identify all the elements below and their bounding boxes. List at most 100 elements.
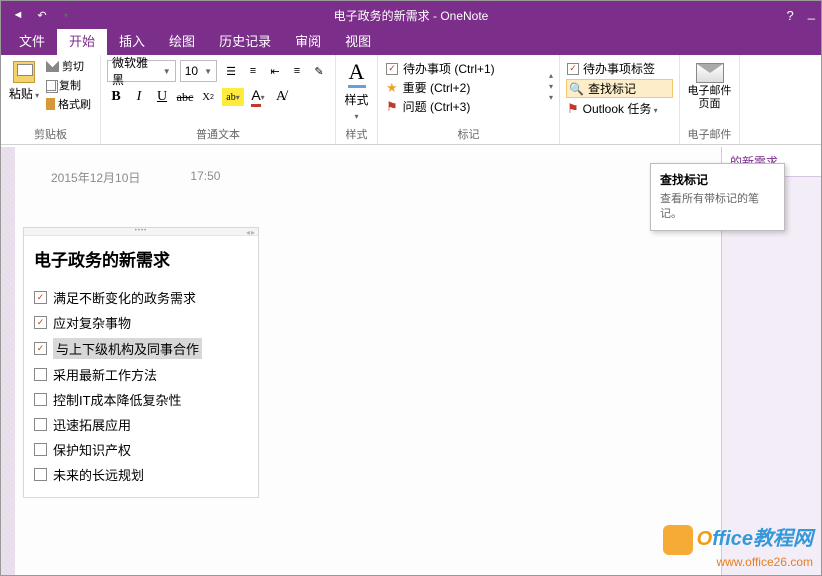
checklist: ✓ 满足不断变化的政务需求 ✓ 应对复杂事物 ✓ 与上下级机构及同事合作采用最新工作方法控… [24, 285, 258, 497]
paste-icon [13, 61, 35, 83]
group-email: 电子邮件页面 电子邮件 [680, 55, 740, 144]
tab-insert[interactable]: 插入 [107, 26, 157, 55]
paste-button[interactable]: 粘贴 [7, 57, 41, 102]
window-title: 电子政务的新需求 - OneNote [334, 7, 489, 24]
subscript-button[interactable]: X2 [199, 88, 217, 106]
tag-important[interactable]: ★重要 (Ctrl+2) [384, 78, 549, 97]
group-clipboard: 粘贴 剪切 复制 格式刷 剪贴板 [1, 55, 101, 144]
styles-icon: A [342, 59, 371, 88]
styles-button[interactable]: A 样式 [342, 57, 371, 122]
list-item-text[interactable]: 与上下级机构及同事合作 [53, 338, 202, 359]
list-item[interactable]: 保护知识产权 [34, 437, 248, 462]
list-item[interactable]: ✓ 应对复杂事物 [34, 310, 248, 335]
ribbon-tabs: 文件 开始 插入 绘图 历史记录 审阅 视图 [1, 29, 821, 55]
list-item[interactable]: 迅速拓展应用 [34, 412, 248, 437]
group-font: 微软雅黑▼ 10▼ ☰ ≡ ⇤ ≡ ✎ B I U abc X2 ab A A̸ [101, 55, 336, 144]
find-tags-button[interactable]: 🔍查找标记 [566, 79, 673, 98]
page-date: 2015年12月10日 [51, 169, 140, 186]
clear-format-button[interactable]: A̸ [272, 88, 290, 106]
checkbox-icon: ✓ [386, 63, 398, 75]
logo-icon [663, 525, 693, 555]
qat-customize-icon[interactable] [57, 6, 75, 24]
font-group-label: 普通文本 [107, 124, 329, 144]
align-button[interactable]: ≡ [287, 60, 307, 82]
bullets-button[interactable]: ☰ [221, 60, 241, 82]
list-item[interactable]: ✓ 满足不断变化的政务需求 [34, 285, 248, 310]
checkbox-icon[interactable]: ✓ [34, 291, 47, 304]
list-item-text[interactable]: 采用最新工作方法 [53, 365, 157, 384]
ribbon: 粘贴 剪切 复制 格式刷 剪贴板 微软雅黑▼ 10▼ ☰ ≡ ⇤ ≡ ✎ [1, 55, 821, 145]
help-icon[interactable]: ? [787, 8, 794, 23]
note-container[interactable]: •••• 电子政务的新需求 ✓ 满足不断变化的政务需求 ✓ 应对复杂事物 ✓ 与上下级机构… [23, 227, 259, 498]
checkbox-icon[interactable] [34, 443, 47, 456]
left-decoration [1, 147, 15, 575]
copy-button[interactable]: 复制 [44, 76, 93, 94]
checkbox-icon[interactable] [34, 368, 47, 381]
tooltip: 查找标记 查看所有带标记的笔记。 [650, 163, 785, 231]
quick-access-toolbar: ◄ ↶ [1, 6, 83, 24]
list-item-text[interactable]: 应对复杂事物 [53, 313, 131, 332]
underline-button[interactable]: U [153, 88, 171, 106]
group-find: ✓待办事项标签 🔍查找标记 ⚑Outlook 任务 [560, 55, 680, 144]
format-painter-button[interactable]: 格式刷 [44, 95, 93, 113]
page-time: 17:50 [190, 169, 220, 186]
tag-question[interactable]: ⚑问题 (Ctrl+3) [384, 97, 549, 116]
checkbox-icon[interactable]: ✓ [34, 316, 47, 329]
tab-history[interactable]: 历史记录 [207, 26, 283, 55]
list-item-text[interactable]: 控制IT成本降低复杂性 [53, 390, 182, 409]
outlook-tasks-button[interactable]: ⚑Outlook 任务 [566, 99, 673, 118]
list-item[interactable]: ✓ 与上下级机构及同事合作 [34, 335, 248, 362]
back-icon[interactable]: ◄ [9, 6, 27, 24]
list-item-text[interactable]: 迅速拓展应用 [53, 415, 131, 434]
tab-review[interactable]: 审阅 [283, 26, 333, 55]
flag-icon: ⚑ [386, 99, 398, 115]
tab-view[interactable]: 视图 [333, 26, 383, 55]
italic-button[interactable]: I [130, 88, 148, 106]
copy-icon [46, 80, 56, 91]
checkbox-icon[interactable] [34, 468, 47, 481]
list-item[interactable]: 控制IT成本降低复杂性 [34, 387, 248, 412]
strike-button[interactable]: abc [176, 88, 194, 106]
list-item-text[interactable]: 保护知识产权 [53, 440, 131, 459]
note-drag-handle[interactable]: •••• [24, 228, 258, 236]
list-item-text[interactable]: 满足不断变化的政务需求 [53, 288, 196, 307]
note-canvas[interactable]: 2015年12月10日 17:50 •••• 电子政务的新需求 ✓ 满足不断变化的… [15, 147, 721, 575]
brush-icon [46, 98, 55, 110]
bold-button[interactable]: B [107, 88, 125, 106]
eraser-icon[interactable]: ✎ [309, 60, 329, 82]
font-size-select[interactable]: 10▼ [180, 60, 217, 82]
tab-home[interactable]: 开始 [57, 26, 107, 55]
styles-group-label: 样式 [342, 124, 371, 144]
list-item[interactable]: 采用最新工作方法 [34, 362, 248, 387]
todo-tag-button[interactable]: ✓待办事项标签 [566, 59, 673, 78]
note-title[interactable]: 电子政务的新需求 [24, 236, 258, 285]
group-tags: ✓待办事项 (Ctrl+1) ★重要 (Ctrl+2) ⚑问题 (Ctrl+3)… [378, 55, 560, 144]
tooltip-body: 查看所有带标记的笔记。 [660, 192, 775, 223]
undo-icon[interactable]: ↶ [33, 6, 51, 24]
system-buttons: ? _ [787, 8, 815, 23]
list-item-text[interactable]: 未来的长远规划 [53, 465, 144, 484]
tags-spinner[interactable]: ▴▾▾ [549, 57, 553, 116]
tab-file[interactable]: 文件 [7, 26, 57, 55]
font-family-select[interactable]: 微软雅黑▼ [107, 60, 176, 82]
checkbox-icon[interactable]: ✓ [34, 342, 47, 355]
list-item[interactable]: 未来的长远规划 [34, 462, 248, 487]
cut-button[interactable]: 剪切 [44, 57, 93, 75]
watermark: Office教程网 www.office26.com [663, 522, 813, 569]
highlight-button[interactable]: ab [222, 88, 244, 106]
numbering-button[interactable]: ≡ [243, 60, 263, 82]
tab-draw[interactable]: 绘图 [157, 26, 207, 55]
envelope-icon [696, 63, 724, 83]
minimize-icon[interactable]: _ [808, 5, 815, 20]
title-bar: ◄ ↶ 电子政务的新需求 - OneNote ? _ [1, 1, 821, 29]
clipboard-group-label: 剪贴板 [7, 124, 94, 144]
tooltip-title: 查找标记 [660, 171, 775, 188]
checkbox-icon[interactable] [34, 393, 47, 406]
font-color-button[interactable]: A [249, 88, 267, 106]
tag-todo[interactable]: ✓待办事项 (Ctrl+1) [384, 59, 549, 78]
search-icon: 🔍 [569, 82, 584, 96]
checkbox-icon[interactable] [34, 418, 47, 431]
email-page-button[interactable]: 电子邮件页面 [686, 57, 733, 111]
flag-icon: ⚑ [567, 101, 579, 117]
indent-button[interactable]: ⇤ [265, 60, 285, 82]
